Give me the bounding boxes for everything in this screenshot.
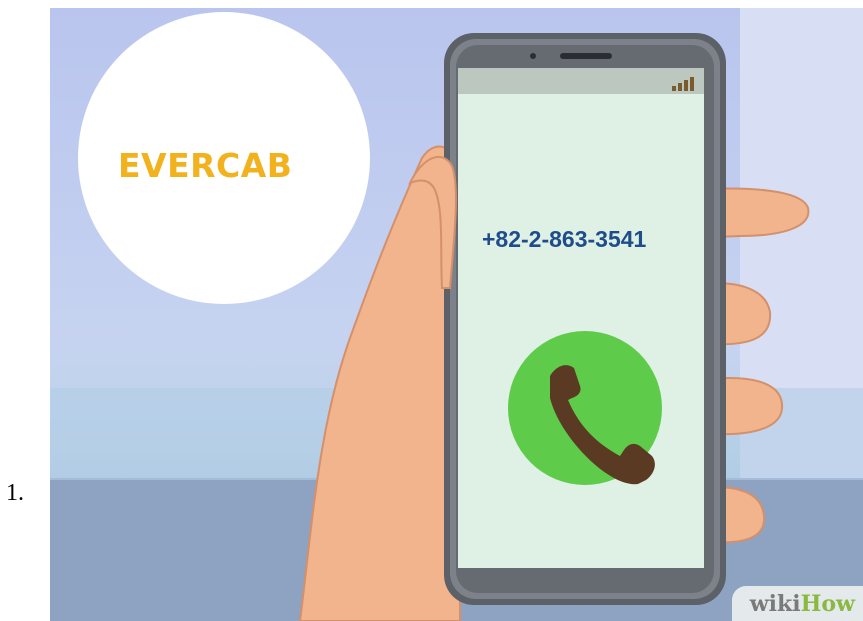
watermark-text-accent: How xyxy=(800,591,855,617)
step-number: 1. xyxy=(6,480,24,506)
dialed-number: +82-2-863-3541 xyxy=(482,226,647,252)
watermark: wikiHow xyxy=(731,586,863,621)
speaker-grille xyxy=(560,53,612,59)
step-illustration: EVERCAB +82-2-863-3541 wikiHow xyxy=(50,8,863,621)
watermark-text: wiki xyxy=(749,591,801,617)
brand-logo-text: EVERCAB xyxy=(118,146,293,185)
front-camera xyxy=(530,53,536,59)
illustration-art xyxy=(50,8,863,621)
status-bar xyxy=(458,68,704,94)
phone-screen xyxy=(458,68,704,568)
